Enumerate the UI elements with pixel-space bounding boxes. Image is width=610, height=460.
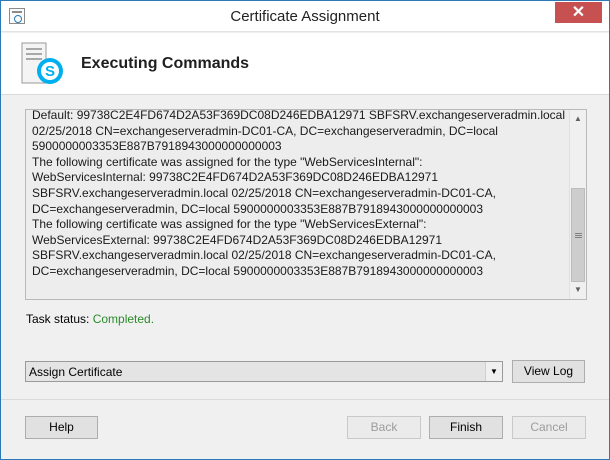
page-title: Executing Commands bbox=[81, 55, 250, 72]
log-text: Default: 99738C2E4FD674D2A53F369DC08D246… bbox=[32, 109, 566, 280]
log-scrollbar[interactable]: ▲ ▼ bbox=[569, 110, 586, 299]
log-line: DC=exchangeserveradmin, DC=local 5900000… bbox=[32, 263, 484, 278]
grip-line bbox=[575, 237, 582, 238]
log-line: 02/25/2018 CN=exchangeserveradmin-DC01-C… bbox=[32, 123, 498, 138]
scroll-thumb[interactable] bbox=[571, 188, 585, 282]
log-line: SBFSRV.exchangeserveradmin.local 02/25/2… bbox=[32, 248, 496, 263]
footer-divider bbox=[1, 399, 609, 400]
action-select-value: Assign Certificate bbox=[29, 365, 123, 379]
task-status: Task status: Completed. bbox=[26, 312, 154, 326]
scroll-up-icon[interactable]: ▲ bbox=[570, 111, 586, 127]
close-button[interactable]: ✕ bbox=[555, 2, 602, 23]
log-line: WebServicesInternal: 99738C2E4FD674D2A53… bbox=[32, 170, 439, 185]
log-line: DC=exchangeserveradmin, DC=local 5900000… bbox=[32, 201, 484, 216]
scroll-down-icon[interactable]: ▼ bbox=[570, 282, 586, 298]
task-status-label: Task status: bbox=[26, 312, 90, 326]
command-output-log[interactable]: Default: 99738C2E4FD674D2A53F369DC08D246… bbox=[25, 109, 587, 300]
chevron-down-icon[interactable]: ▼ bbox=[485, 362, 502, 381]
help-button[interactable]: Help bbox=[25, 416, 98, 439]
log-line: WebServicesExternal: 99738C2E4FD674D2A53… bbox=[32, 232, 443, 247]
title-bar[interactable]: Certificate Assignment ✕ bbox=[1, 1, 609, 32]
grip-line bbox=[575, 233, 582, 234]
log-line: The following certificate was assigned f… bbox=[32, 217, 427, 232]
grip-line bbox=[575, 235, 582, 236]
view-log-button[interactable]: View Log bbox=[512, 360, 585, 383]
window-title: Certificate Assignment bbox=[230, 8, 380, 25]
log-line: Default: 99738C2E4FD674D2A53F369DC08D246… bbox=[32, 109, 565, 122]
log-line: SBFSRV.exchangeserveradmin.local 02/25/2… bbox=[32, 185, 496, 200]
action-select[interactable]: Assign Certificate ▼ bbox=[25, 361, 503, 382]
cancel-button[interactable]: Cancel bbox=[512, 416, 586, 439]
certificate-assignment-window: Certificate Assignment ✕ S Executing Com… bbox=[0, 0, 610, 460]
skype-server-icon: S bbox=[21, 42, 63, 84]
log-line: The following certificate was assigned f… bbox=[32, 154, 423, 169]
task-status-value: Completed. bbox=[92, 312, 155, 326]
svg-text:S: S bbox=[45, 63, 55, 80]
log-line: 5900000003353E887B7918943000000000003 bbox=[32, 139, 282, 154]
back-button[interactable]: Back bbox=[347, 416, 421, 439]
wizard-header: S Executing Commands bbox=[1, 33, 609, 95]
finish-button[interactable]: Finish bbox=[429, 416, 503, 439]
